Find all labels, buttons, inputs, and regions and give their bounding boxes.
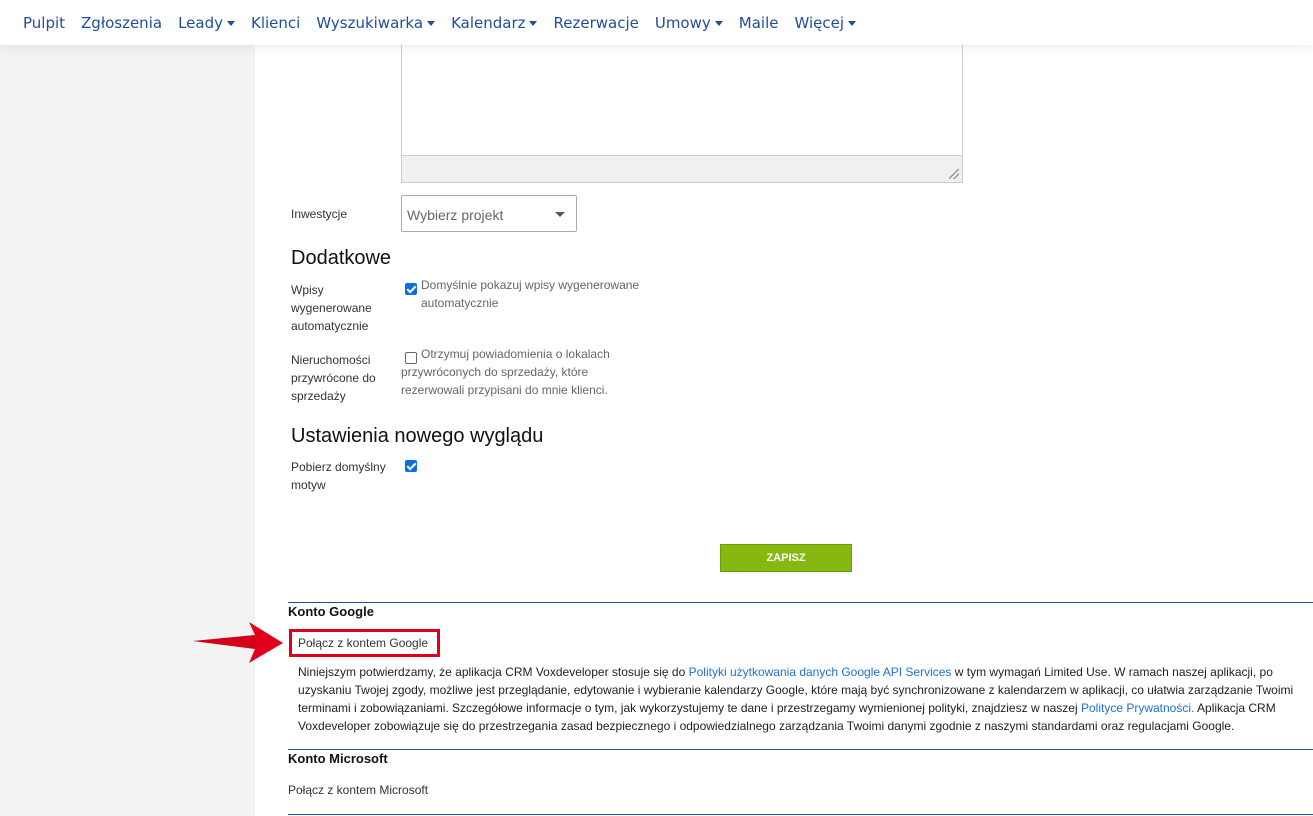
save-button[interactable]: ZAPISZ: [720, 544, 852, 572]
nav-item-label: Leady: [178, 13, 223, 32]
nav-item-rezerwacje[interactable]: Rezerwacje: [553, 14, 638, 32]
nav-item-więcej[interactable]: Więcej: [794, 13, 857, 32]
divider: [288, 749, 1313, 750]
theme-checkbox[interactable]: [405, 460, 417, 472]
google-policy-paragraph: Niniejszym potwierdzamy, że aplikacja CR…: [298, 663, 1303, 735]
google-api-policy-link[interactable]: Polityki użytkowania danych Google API S…: [689, 665, 952, 679]
red-arrow-icon: [193, 622, 283, 663]
divider: [288, 814, 1313, 815]
nav-item-label: Wyszukiwarka: [316, 13, 424, 32]
google-policy-text-1: Niniejszym potwierdzamy, że aplikacja CR…: [298, 665, 689, 679]
nav-item-label: Klienci: [250, 13, 301, 32]
nav-item-umowy[interactable]: Umowy: [655, 14, 723, 32]
nav-item-label: Kalendarz: [451, 13, 526, 32]
chevron-down-icon: [555, 212, 565, 217]
nav-item-label: Maile: [738, 13, 779, 32]
caret-down-icon: [714, 20, 723, 26]
textarea-footer: [402, 155, 962, 182]
nav-item-leady[interactable]: Leady: [178, 14, 235, 32]
nav-item-label: Więcej: [794, 13, 845, 32]
theme-label: Pobierz domyślny motyw: [291, 460, 386, 492]
investments-select-placeholder: Wybierz projekt: [407, 207, 504, 223]
main-content: Inwestycje Wybierz projekt Dodatkowe Wpi…: [255, 45, 1313, 816]
caret-down-icon: [427, 20, 436, 26]
nav-item-pulpit[interactable]: Pulpit: [23, 14, 65, 32]
top-navbar: Pulpit Zgłoszenia Leady Klienci Wyszukiwarka…: [0, 0, 1313, 45]
nav-item-label: Pulpit: [23, 13, 66, 32]
nav-item-kalendarz[interactable]: Kalendarz: [451, 13, 538, 32]
caret-down-icon: [226, 20, 235, 26]
google-account-title: Konto Google: [288, 604, 374, 619]
auto-entries-label: Wpisy wygenerowane automatycznie: [291, 283, 372, 333]
nav-item-maile[interactable]: Maile: [739, 14, 779, 32]
connect-google-link[interactable]: Połącz z kontem Google: [298, 634, 428, 652]
nav-item-label: Umowy: [654, 13, 711, 32]
notes-textarea[interactable]: [401, 45, 963, 183]
nav-item-label: Rezerwacje: [553, 13, 639, 32]
divider: [288, 602, 1313, 603]
caret-down-icon: [848, 20, 857, 26]
section-title-new-look: Ustawienia nowego wyglądu: [291, 425, 544, 447]
caret-down-icon: [529, 20, 538, 26]
privacy-policy-link[interactable]: Polityce Prywatności.: [1081, 701, 1194, 715]
section-title-additional: Dodatkowe: [291, 247, 392, 269]
returned-checkbox-label: Otrzymuj powiadomienia o lokalach przywr…: [401, 347, 610, 397]
auto-entries-checkbox-label: Domyślnie pokazuj wpisy wygenerowane aut…: [421, 278, 640, 310]
auto-entries-checkbox[interactable]: [405, 283, 417, 295]
resize-grip-icon[interactable]: [949, 169, 959, 179]
nav-item-klienci[interactable]: Klienci: [251, 14, 300, 32]
nav-item-label: Zgłoszenia: [81, 13, 163, 32]
microsoft-account-title: Konto Microsoft: [288, 751, 388, 766]
nav-item-wyszukiwarka[interactable]: Wyszukiwarka: [316, 13, 436, 32]
nav-item-zgłoszenia[interactable]: Zgłoszenia: [81, 14, 162, 32]
connect-microsoft-link[interactable]: Połącz z kontem Microsoft: [288, 781, 428, 799]
investments-label: Inwestycje: [291, 207, 348, 221]
returned-label: Nieruchomości przywrócone do sprzedaży: [291, 353, 376, 403]
investments-select[interactable]: Wybierz projekt: [401, 195, 577, 232]
